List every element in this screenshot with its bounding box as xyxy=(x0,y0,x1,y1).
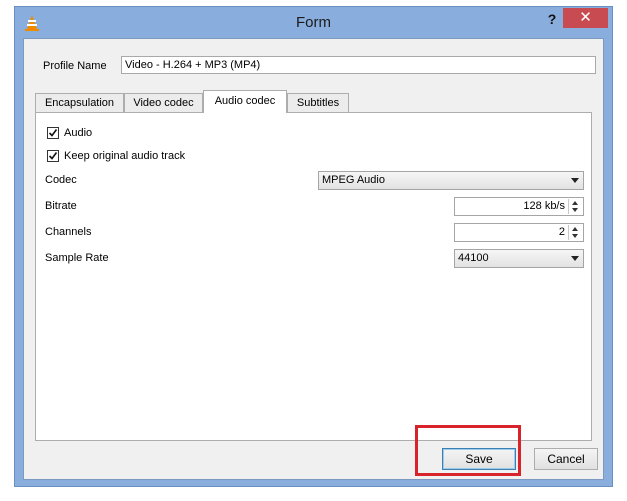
decrement-icon[interactable] xyxy=(569,233,582,240)
increment-icon[interactable] xyxy=(569,199,582,206)
keep-original-checkbox[interactable] xyxy=(47,150,59,162)
tab-video-codec[interactable]: Video codec xyxy=(124,93,203,112)
tab-audio-codec[interactable]: Audio codec xyxy=(203,90,287,113)
check-icon xyxy=(48,152,58,160)
bitrate-spinbox[interactable]: 128 kb/s xyxy=(454,197,584,216)
channels-value: 2 xyxy=(558,226,565,238)
bitrate-label: Bitrate xyxy=(45,200,77,212)
tab-subtitles[interactable]: Subtitles xyxy=(287,93,349,112)
profile-name-input[interactable]: Video - H.264 + MP3 (MP4) xyxy=(121,56,596,74)
sample-rate-value: 44100 xyxy=(458,252,489,264)
keep-original-label: Keep original audio track xyxy=(64,150,186,162)
profile-name-label: Profile Name xyxy=(43,60,107,72)
title-bar: Form ? ✕ xyxy=(15,7,612,37)
tab-encapsulation[interactable]: Encapsulation xyxy=(35,93,124,112)
window-title: Form xyxy=(296,14,331,31)
close-button[interactable]: ✕ xyxy=(563,8,608,28)
form-body: Profile Name Video - H.264 + MP3 (MP4) E… xyxy=(23,38,604,480)
channels-stepper[interactable] xyxy=(568,225,582,240)
bitrate-stepper[interactable] xyxy=(568,199,582,214)
help-button[interactable]: ? xyxy=(541,9,563,29)
sample-rate-select[interactable]: 44100 xyxy=(454,249,584,268)
save-button[interactable]: Save xyxy=(442,448,516,470)
channels-label: Channels xyxy=(45,226,92,238)
cancel-button[interactable]: Cancel xyxy=(534,448,598,470)
chevron-down-icon xyxy=(571,178,579,183)
audio-codec-panel: Audio Keep original audio track Codec MP… xyxy=(35,112,592,441)
increment-icon[interactable] xyxy=(569,225,582,232)
check-icon xyxy=(48,129,58,137)
decrement-icon[interactable] xyxy=(569,207,582,214)
codec-value: MPEG Audio xyxy=(322,174,385,186)
channels-spinbox[interactable]: 2 xyxy=(454,223,584,242)
audio-checkbox[interactable] xyxy=(47,127,59,139)
form-window: Form ? ✕ Profile Name Video - H.264 + MP… xyxy=(14,6,613,487)
sample-rate-label: Sample Rate xyxy=(45,252,109,264)
bitrate-value: 128 kb/s xyxy=(523,200,565,212)
chevron-down-icon xyxy=(571,256,579,261)
codec-label: Codec xyxy=(45,174,77,186)
audio-label: Audio xyxy=(64,127,93,139)
codec-select[interactable]: MPEG Audio xyxy=(318,171,584,190)
